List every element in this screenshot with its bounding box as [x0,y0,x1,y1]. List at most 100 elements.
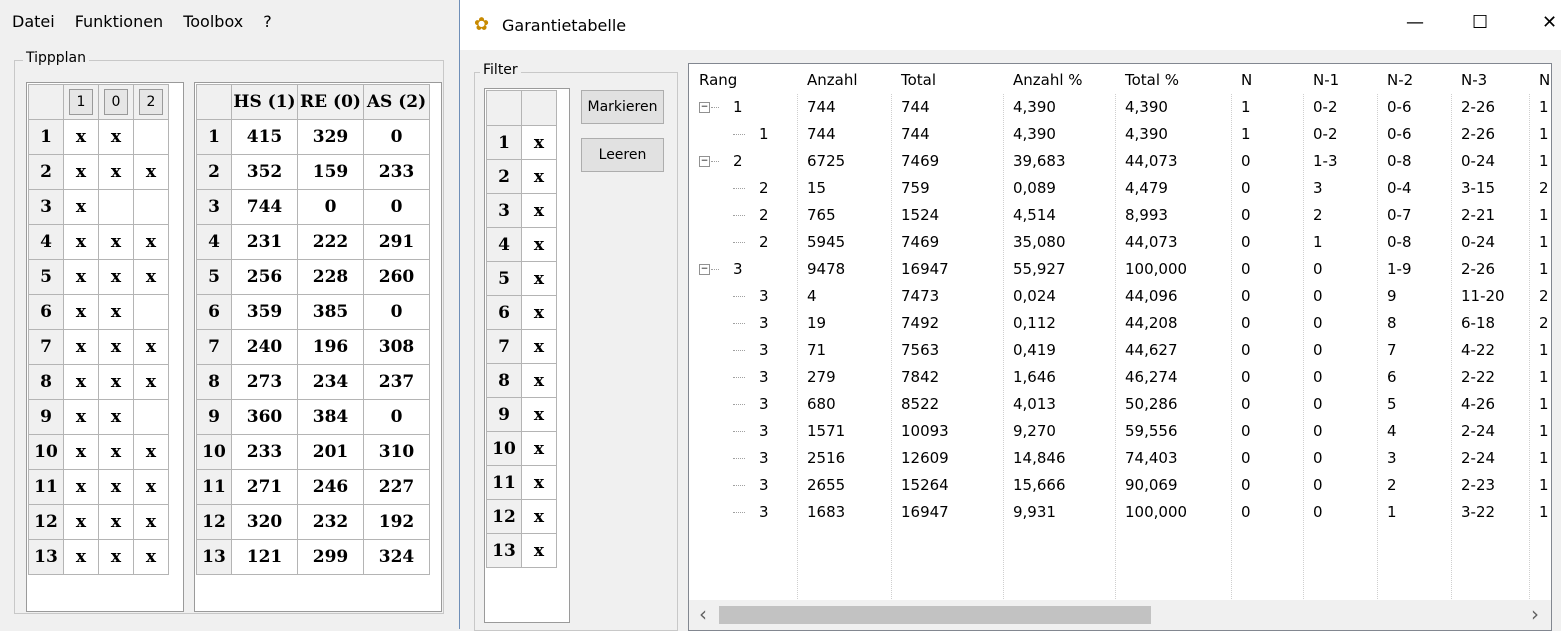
stats-cell[interactable]: 310 [363,434,430,470]
tree-row[interactable]: 3 2655 15264 15,666 90,069 0 0 2 2-23 1 [689,472,1551,499]
filter-cell[interactable]: x [521,431,557,466]
tip-cell[interactable]: x [133,259,169,295]
stats-cell[interactable]: 256 [231,259,298,295]
scroll-right-icon[interactable]: › [1531,602,1539,626]
column-header[interactable]: N [1539,71,1550,89]
tip-cell[interactable]: x [133,469,169,505]
tree-row[interactable]: − 1 744 744 4,390 4,390 1 0-2 0-6 2-26 1 [689,94,1551,121]
stats-cell[interactable]: 352 [231,154,298,190]
scrollbar-thumb[interactable] [719,606,1151,624]
stats-cell[interactable]: 233 [363,154,430,190]
tip-cell[interactable] [133,189,169,225]
tip-cell[interactable]: x [98,434,134,470]
tip-cell[interactable]: x [98,504,134,540]
tip-cell[interactable]: x [98,119,134,155]
tip-cell[interactable]: x [98,224,134,260]
filter-cell[interactable]: x [521,193,557,228]
menu-datei[interactable]: Datei [12,12,55,31]
stats-cell[interactable]: 359 [231,294,298,330]
filter-cell[interactable]: x [521,397,557,432]
tree-row[interactable]: − 3 9478 16947 55,927 100,000 0 0 1-9 2-26 1 [689,256,1551,283]
guarantee-tree-table[interactable]: Rang Anzahl Total Anzahl % Total % N N-1 N-2 N-3… [688,63,1552,631]
stats-cell[interactable]: 324 [363,539,430,575]
stats-cell[interactable]: 385 [297,294,364,330]
menu-toolbox[interactable]: Toolbox [183,12,243,31]
stats-cell[interactable]: 384 [297,399,364,435]
stats-cell[interactable]: 0 [363,399,430,435]
close-button[interactable]: ✕ [1542,12,1557,33]
stats-cell[interactable]: 0 [363,294,430,330]
tip-cell[interactable]: x [133,504,169,540]
stats-cell[interactable]: 231 [231,224,298,260]
filter-cell[interactable]: x [521,499,557,534]
tip-cell[interactable] [133,294,169,330]
column-header[interactable]: Total % [1125,71,1179,89]
tip-cell[interactable]: x [98,294,134,330]
tip-cell[interactable] [133,399,169,435]
tip-cell[interactable]: x [133,364,169,400]
stats-cell[interactable]: 415 [231,119,298,155]
tree-row[interactable]: 2 765 1524 4,514 8,993 0 2 0-7 2-21 1 [689,202,1551,229]
scroll-left-icon[interactable]: ‹ [699,602,707,626]
stats-cell[interactable]: 121 [231,539,298,575]
stats-cell[interactable]: 360 [231,399,298,435]
stats-cell[interactable]: 237 [363,364,430,400]
tree-row[interactable]: − 2 6725 7469 39,683 44,073 0 1-3 0-8 0-24 1 [689,148,1551,175]
filter-cell[interactable]: x [521,533,557,568]
tip-cell[interactable]: x [63,154,99,190]
tip-cell[interactable] [133,119,169,155]
stats-cell[interactable]: 232 [297,504,364,540]
stats-cell[interactable]: 0 [363,119,430,155]
tree-row[interactable]: 3 279 7842 1,646 46,274 0 0 6 2-22 1 [689,364,1551,391]
stats-cell[interactable]: 271 [231,469,298,505]
collapse-icon[interactable]: − [699,102,710,113]
tip-cell[interactable]: x [98,329,134,365]
tip-cell[interactable]: x [63,504,99,540]
column-header[interactable]: Anzahl % [1013,71,1083,89]
stats-cell[interactable]: 329 [297,119,364,155]
filter-cell[interactable]: x [521,329,557,364]
collapse-icon[interactable]: − [699,264,710,275]
tip-cell[interactable]: x [98,364,134,400]
tip-cell[interactable]: x [98,259,134,295]
filter-cell[interactable]: x [521,261,557,296]
stats-cell[interactable]: 744 [231,189,298,225]
column-header[interactable]: N-2 [1387,71,1413,89]
tree-row[interactable]: 2 5945 7469 35,080 44,073 0 1 0-8 0-24 1 [689,229,1551,256]
stats-cell[interactable]: 201 [297,434,364,470]
stats-cell[interactable]: 320 [231,504,298,540]
filter-cell[interactable]: x [521,159,557,194]
tip-cell[interactable]: x [98,154,134,190]
tree-row[interactable]: 3 1683 16947 9,931 100,000 0 0 1 3-22 1 [689,499,1551,526]
stats-cell[interactable]: 260 [363,259,430,295]
stats-cell[interactable]: 222 [297,224,364,260]
tippplan-col-header[interactable]: 2 [133,84,169,120]
tip-cell[interactable]: x [63,434,99,470]
tip-cell[interactable]: x [63,224,99,260]
tip-cell[interactable] [98,189,134,225]
stats-cell[interactable]: 240 [231,329,298,365]
tip-cell[interactable]: x [133,154,169,190]
stats-cell[interactable]: 196 [297,329,364,365]
stats-cell[interactable]: 273 [231,364,298,400]
stats-cell[interactable]: 227 [363,469,430,505]
tip-cell[interactable]: x [133,329,169,365]
stats-cell[interactable]: 246 [297,469,364,505]
stats-cell[interactable]: 192 [363,504,430,540]
column-header[interactable]: Total [901,71,936,89]
stats-cell[interactable]: 299 [297,539,364,575]
tip-cell[interactable]: x [63,364,99,400]
tree-row[interactable]: 3 1571 10093 9,270 59,556 0 0 4 2-24 1 [689,418,1551,445]
tippplan-col-header[interactable]: 0 [98,84,134,120]
column-header[interactable]: Rang [699,71,737,89]
stats-cell[interactable]: 234 [297,364,364,400]
stats-cell[interactable]: 233 [231,434,298,470]
filter-cell[interactable]: x [521,465,557,500]
tip-cell[interactable]: x [63,399,99,435]
stats-cell[interactable]: 0 [363,189,430,225]
tip-cell[interactable]: x [98,539,134,575]
tree-row[interactable]: 3 680 8522 4,013 50,286 0 0 5 4-26 1 [689,391,1551,418]
tip-cell[interactable]: x [63,189,99,225]
tip-cell[interactable]: x [133,539,169,575]
leeren-button[interactable]: Leeren [581,138,664,172]
